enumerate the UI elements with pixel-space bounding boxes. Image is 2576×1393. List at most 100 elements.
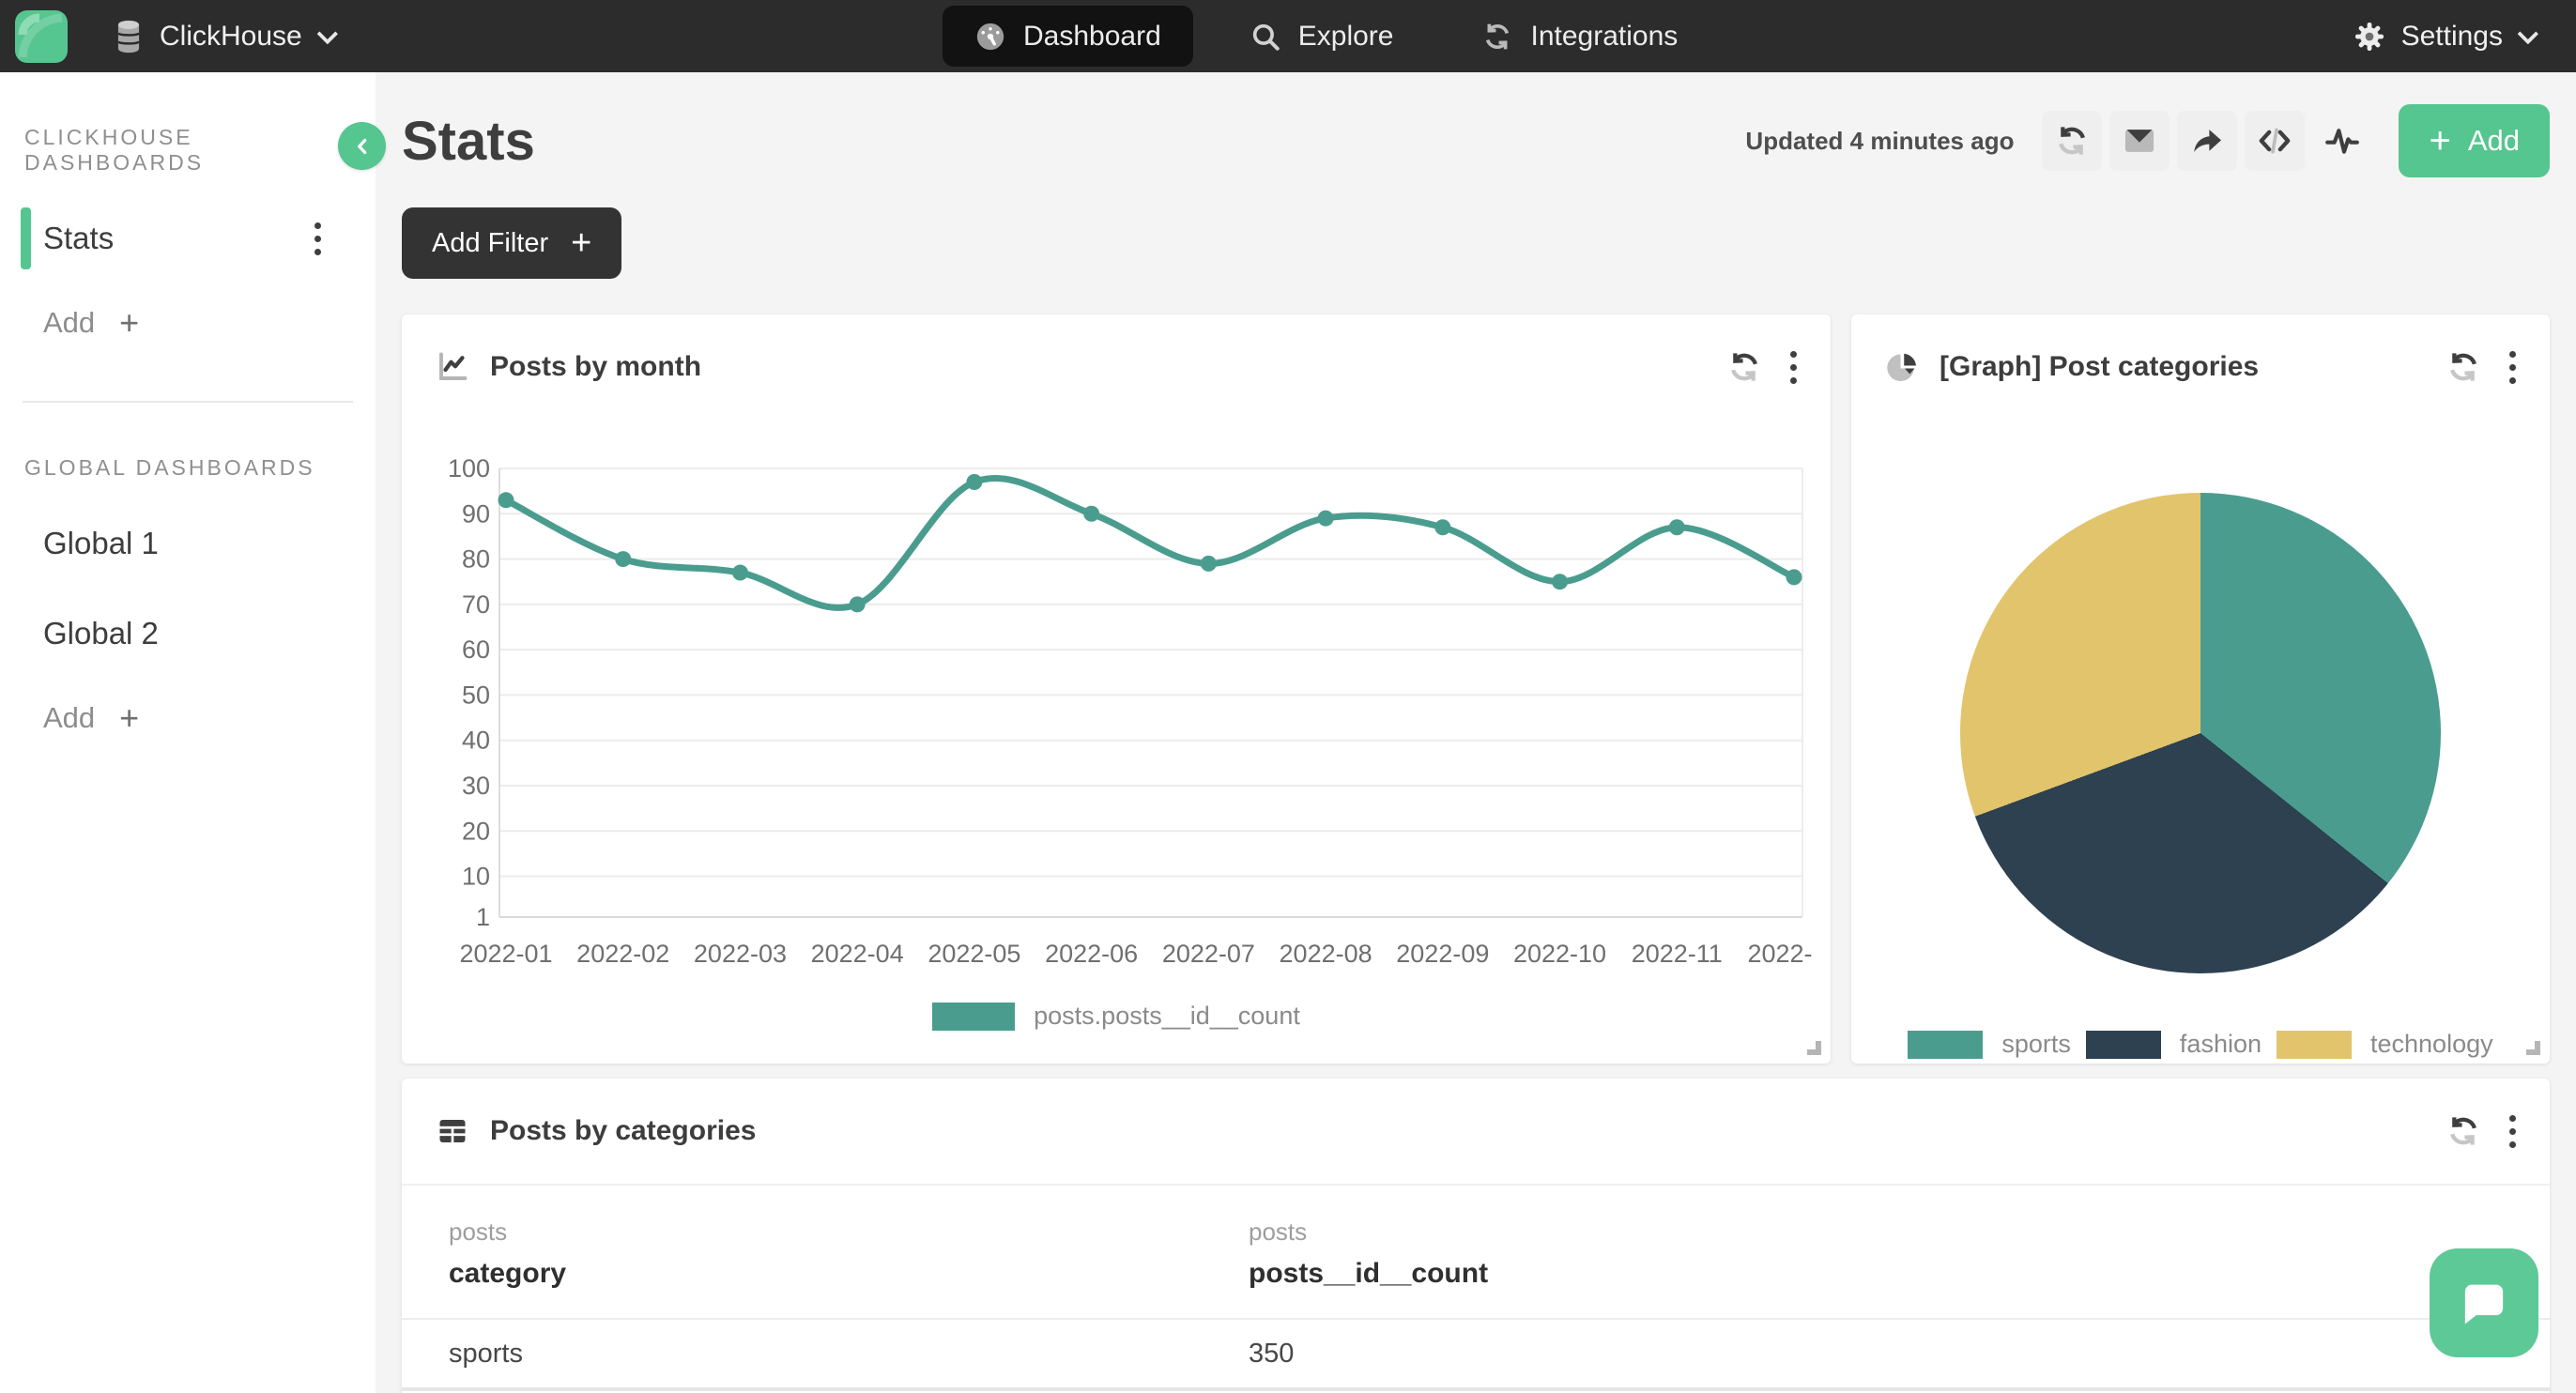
svg-text:10: 10 bbox=[462, 863, 490, 891]
table-column-header: posts category bbox=[449, 1217, 1249, 1290]
activity-button[interactable] bbox=[2312, 111, 2372, 171]
tab-integrations[interactable]: Integrations bbox=[1449, 6, 1710, 67]
gear-icon bbox=[2353, 20, 2386, 54]
sidebar-item-global-2[interactable]: Global 2 bbox=[0, 606, 376, 661]
svg-text:2022-02: 2022-02 bbox=[576, 940, 669, 968]
card-title: Posts by categories bbox=[490, 1115, 756, 1147]
svg-text:2022-11: 2022-11 bbox=[1632, 940, 1723, 968]
table-icon bbox=[436, 1114, 469, 1148]
svg-text:30: 30 bbox=[462, 772, 490, 800]
kebab-menu-icon[interactable] bbox=[1790, 351, 1797, 384]
top-nav: Dashboard Explore Integrations bbox=[943, 6, 1710, 67]
chevron-left-icon bbox=[350, 134, 375, 159]
card-posts-by-month: Posts by month 1102030405060708090100202… bbox=[402, 314, 1831, 1064]
dashboard-toolbar: Updated 4 minutes ago + Add bbox=[1745, 104, 2550, 177]
column-group-label: posts bbox=[449, 1217, 1249, 1247]
workspace-name: ClickHouse bbox=[160, 21, 302, 53]
email-button[interactable] bbox=[2109, 111, 2170, 171]
page-header: Stats Updated 4 minutes ago + Add bbox=[402, 100, 2550, 181]
chat-widget-button[interactable] bbox=[2430, 1248, 2538, 1357]
legend-label: technology bbox=[2370, 1030, 2493, 1059]
sidebar-add-dashboard[interactable]: Add+ bbox=[43, 299, 376, 346]
svg-text:2022-10: 2022-10 bbox=[1513, 940, 1606, 968]
refresh-icon[interactable] bbox=[2446, 349, 2481, 385]
refresh-button[interactable] bbox=[2042, 111, 2102, 171]
svg-text:2022-03: 2022-03 bbox=[694, 940, 787, 968]
tab-label: Dashboard bbox=[1023, 21, 1161, 53]
kebab-menu-icon[interactable] bbox=[2509, 1115, 2516, 1148]
svg-text:2022-01: 2022-01 bbox=[459, 940, 552, 968]
refresh-icon[interactable] bbox=[2446, 1113, 2481, 1149]
table-body: sports350fashion329 bbox=[402, 1320, 2550, 1393]
sidebar: CLICKHOUSE DASHBOARDSStatsAdd+GLOBAL DAS… bbox=[0, 72, 376, 1393]
column-name[interactable]: posts__id__count bbox=[1249, 1258, 1488, 1290]
chat-bubble-icon bbox=[2455, 1274, 2513, 1332]
legend-swatch bbox=[2086, 1031, 2161, 1059]
resize-handle[interactable] bbox=[2526, 1041, 2540, 1055]
line-chart-icon bbox=[436, 350, 469, 384]
legend-label: fashion bbox=[2180, 1030, 2262, 1059]
svg-text:2022-12: 2022-12 bbox=[1747, 940, 1812, 968]
legend-label: posts.posts__id__count bbox=[1034, 1002, 1300, 1031]
card-title: [Graph] Post categories bbox=[1940, 351, 2259, 383]
svg-text:2022-06: 2022-06 bbox=[1045, 940, 1138, 968]
resize-handle[interactable] bbox=[1807, 1041, 1821, 1055]
legend-swatch bbox=[932, 1003, 1015, 1031]
code-icon bbox=[2256, 122, 2293, 160]
page-title: Stats bbox=[402, 110, 535, 173]
svg-text:90: 90 bbox=[462, 499, 490, 528]
app-root: ClickHouse DashboardExploreIntegrations … bbox=[0, 0, 2576, 1393]
search-icon bbox=[1250, 21, 1281, 53]
tab-dashboard[interactable]: Dashboard bbox=[943, 6, 1193, 67]
svg-text:100: 100 bbox=[448, 454, 490, 482]
sidebar-item-stats[interactable]: Stats bbox=[0, 211, 376, 266]
svg-text:2022-07: 2022-07 bbox=[1162, 940, 1255, 968]
card-header: Posts by categories bbox=[402, 1079, 2550, 1184]
active-indicator bbox=[21, 207, 31, 269]
svg-text:70: 70 bbox=[462, 590, 490, 619]
sidebar-item-global-1[interactable]: Global 1 bbox=[0, 516, 376, 571]
chevron-down-icon bbox=[2518, 23, 2539, 44]
topbar: ClickHouse DashboardExploreIntegrations … bbox=[0, 0, 2576, 72]
card-header: [Graph] Post categories bbox=[1851, 314, 2550, 420]
card-posts-by-categories: Posts by categories posts categorypostspo… bbox=[402, 1079, 2550, 1393]
svg-text:2022-05: 2022-05 bbox=[928, 940, 1020, 968]
sidebar-section-title: CLICKHOUSE DASHBOARDS bbox=[24, 125, 376, 176]
add-filter-label: Add Filter bbox=[432, 228, 548, 259]
table-column-header: postsposts__id__count bbox=[1249, 1217, 1488, 1290]
workspace-switcher[interactable]: ClickHouse bbox=[113, 20, 332, 54]
column-name[interactable]: category bbox=[449, 1258, 1249, 1290]
add-filter-button[interactable]: Add Filter + bbox=[402, 207, 621, 279]
add-button[interactable]: + Add bbox=[2399, 104, 2550, 177]
pie-chart bbox=[1960, 493, 2441, 973]
table-row[interactable]: sports350 bbox=[402, 1320, 2550, 1391]
legend-entry[interactable]: posts.posts__id__count bbox=[932, 1002, 1300, 1031]
share-icon bbox=[2189, 123, 2225, 159]
refresh-icon bbox=[2054, 123, 2090, 159]
tab-label: Explore bbox=[1298, 21, 1394, 53]
sidebar-collapse-button[interactable] bbox=[338, 122, 386, 170]
add-label: Add bbox=[43, 701, 95, 735]
legend-entry-technology[interactable]: technology bbox=[2277, 1030, 2493, 1059]
kebab-menu-icon[interactable] bbox=[314, 222, 321, 255]
legend-entry-fashion[interactable]: fashion bbox=[2086, 1030, 2262, 1059]
sidebar-add-dashboard[interactable]: Add+ bbox=[43, 695, 376, 742]
svg-text:60: 60 bbox=[462, 635, 490, 664]
main-content: Stats Updated 4 minutes ago + Add Add Fi… bbox=[376, 72, 2576, 1393]
settings-menu[interactable]: Settings bbox=[2353, 0, 2533, 72]
legend-swatch bbox=[2277, 1031, 2352, 1059]
legend-entry-sports[interactable]: sports bbox=[1908, 1030, 2071, 1059]
sync-icon bbox=[1481, 21, 1513, 53]
card-post-categories: [Graph] Post categories sports fashion tec… bbox=[1851, 314, 2550, 1064]
tab-explore[interactable]: Explore bbox=[1218, 6, 1426, 67]
updated-timestamp: Updated 4 minutes ago bbox=[1745, 127, 2014, 156]
pulse-icon bbox=[2323, 122, 2361, 160]
share-button[interactable] bbox=[2177, 111, 2237, 171]
app-logo-icon bbox=[15, 10, 68, 63]
refresh-icon[interactable] bbox=[1726, 349, 1762, 385]
svg-text:40: 40 bbox=[462, 727, 490, 755]
embed-code-button[interactable] bbox=[2245, 111, 2305, 171]
svg-text:50: 50 bbox=[462, 681, 490, 709]
cell-count: 350 bbox=[1249, 1339, 1294, 1370]
kebab-menu-icon[interactable] bbox=[2509, 351, 2516, 384]
